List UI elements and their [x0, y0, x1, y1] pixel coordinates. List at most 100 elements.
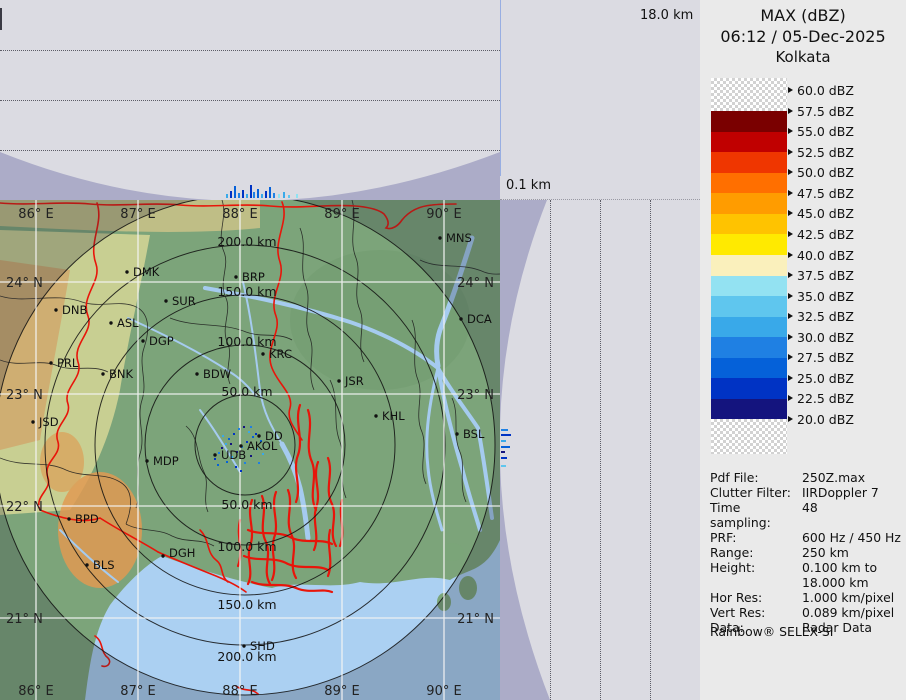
echo-speckle — [217, 464, 219, 466]
dbz-tick-label: 27.5 dBZ — [788, 350, 854, 364]
ring-distance-label: 100.0 km — [217, 539, 276, 554]
echo-height-bar — [230, 191, 232, 198]
metadata-label: Time sampling: — [710, 500, 802, 530]
tick-arrow-icon — [788, 128, 793, 134]
echo-height-bar — [278, 194, 280, 198]
longitude-label: 90° E — [426, 207, 461, 222]
echo-speckle — [233, 433, 235, 435]
dbz-color-band — [711, 193, 787, 214]
echo-speckle — [218, 452, 220, 454]
station-dot — [145, 459, 148, 462]
metadata-label: Range: — [710, 545, 802, 560]
station-dot — [161, 554, 164, 557]
station-label: DNB — [62, 303, 87, 317]
dbz-tick-label: 45.0 dBZ — [788, 206, 854, 220]
station-dot — [337, 379, 340, 382]
echo-speckle — [258, 462, 260, 464]
max-height-axis-label: 18.0 km — [640, 8, 693, 23]
min-height-axis-label: 0.1 km — [506, 178, 551, 193]
echo-speckle — [252, 436, 254, 438]
ring-distance-label: 50.0 km — [221, 497, 272, 512]
ring-distance-label: 150.0 km — [217, 284, 276, 299]
beam-horizon-wedge — [500, 200, 700, 700]
longitude-label: 87° E — [120, 684, 155, 699]
metadata-value: 250 km — [802, 545, 902, 560]
echo-height-bar — [257, 189, 259, 198]
dbz-tick-label: 40.0 dBZ — [788, 248, 854, 262]
tick-arrow-icon — [788, 108, 793, 114]
station-label: SUR — [172, 294, 196, 308]
latitude-label: 23° N — [457, 388, 494, 403]
echo-speckle — [228, 438, 230, 440]
radar-application-window: 18.0 km 0.1 km — [0, 0, 906, 700]
product-timestamp: 06:12 / 05-Dec-2025 — [700, 27, 906, 46]
dbz-color-band — [711, 111, 787, 132]
dbz-tick-label: 60.0 dBZ — [788, 83, 854, 97]
station-label: MDP — [153, 454, 179, 468]
echo-height-bar — [269, 187, 271, 198]
metadata-value: 0.089 km/pixel — [802, 605, 902, 620]
latitude-label: 24° N — [457, 276, 494, 291]
dbz-tick-label: 50.0 dBZ — [788, 165, 854, 179]
tick-arrow-icon — [788, 231, 793, 237]
station-dot — [109, 321, 112, 324]
dbz-tick-label: 25.0 dBZ — [788, 371, 854, 385]
station-label: DGH — [169, 546, 195, 560]
tick-arrow-icon — [788, 272, 793, 278]
echo-height-bar — [501, 465, 506, 467]
radar-site-name: Kolkata — [700, 48, 906, 66]
metadata-row: Pdf File: 250Z.max — [710, 470, 902, 485]
tick-arrow-icon — [788, 169, 793, 175]
dbz-color-band — [711, 358, 787, 378]
station-dot — [164, 299, 167, 302]
dbz-color-band — [711, 173, 787, 193]
station-dot — [213, 453, 216, 456]
tick-arrow-icon — [788, 293, 793, 299]
dbz-tick-label: 20.0 dBZ — [788, 412, 854, 426]
station-label: JSR — [344, 374, 364, 388]
tick-arrow-icon — [788, 334, 793, 340]
longitude-label: 89° E — [324, 684, 359, 699]
station-label: DMK — [133, 265, 160, 279]
latitude-label: 23° N — [6, 388, 43, 403]
longitude-label: 87° E — [120, 207, 155, 222]
echo-height-bar — [501, 451, 505, 453]
station-label: BRP — [242, 270, 265, 284]
metadata-row: Hor Res: 1.000 km/pixel — [710, 590, 902, 605]
metadata-row: Range: 250 km — [710, 545, 902, 560]
metadata-row: Height: 0.100 km to 18.000 km — [710, 560, 902, 590]
echo-height-bar — [501, 440, 506, 442]
echo-speckle — [248, 431, 250, 433]
station-dot — [261, 352, 264, 355]
dbz-tick-label: 37.5 dBZ — [788, 268, 854, 282]
dbz-tick-label: 32.5 dBZ — [788, 309, 854, 323]
metadata-label: Vert Res: — [710, 605, 802, 620]
radar-map: 200.0 km150.0 km100.0 km50.0 km50.0 km10… — [0, 200, 500, 700]
edge-tick-mark — [0, 8, 2, 30]
transparent-band — [711, 78, 787, 111]
tick-arrow-icon — [788, 210, 793, 216]
software-brand: Rainbow® SELEX-SI — [710, 624, 833, 639]
echo-speckle — [238, 428, 240, 430]
station-label: DCA — [467, 312, 492, 326]
transparent-band — [711, 419, 787, 454]
station-dot — [455, 432, 458, 435]
dbz-color-band — [711, 255, 787, 276]
echo-speckle — [244, 462, 246, 464]
echo-height-bar — [501, 429, 508, 431]
dbz-color-band — [711, 132, 787, 152]
metadata-label: Hor Res: — [710, 590, 802, 605]
product-title: MAX (dBZ) — [700, 6, 906, 25]
ring-distance-label: 100.0 km — [217, 334, 276, 349]
latitude-label: 21° N — [457, 612, 494, 627]
dbz-color-band — [711, 378, 787, 399]
echo-height-bar — [501, 434, 511, 436]
vertical-projection-right-panel — [500, 200, 700, 700]
tick-arrow-icon — [788, 190, 793, 196]
station-dot — [101, 372, 104, 375]
station-dot — [54, 308, 57, 311]
echo-height-bar — [246, 194, 248, 198]
longitude-label: 88° E — [222, 684, 257, 699]
echo-height-bar — [283, 192, 285, 198]
tick-arrow-icon — [788, 354, 793, 360]
